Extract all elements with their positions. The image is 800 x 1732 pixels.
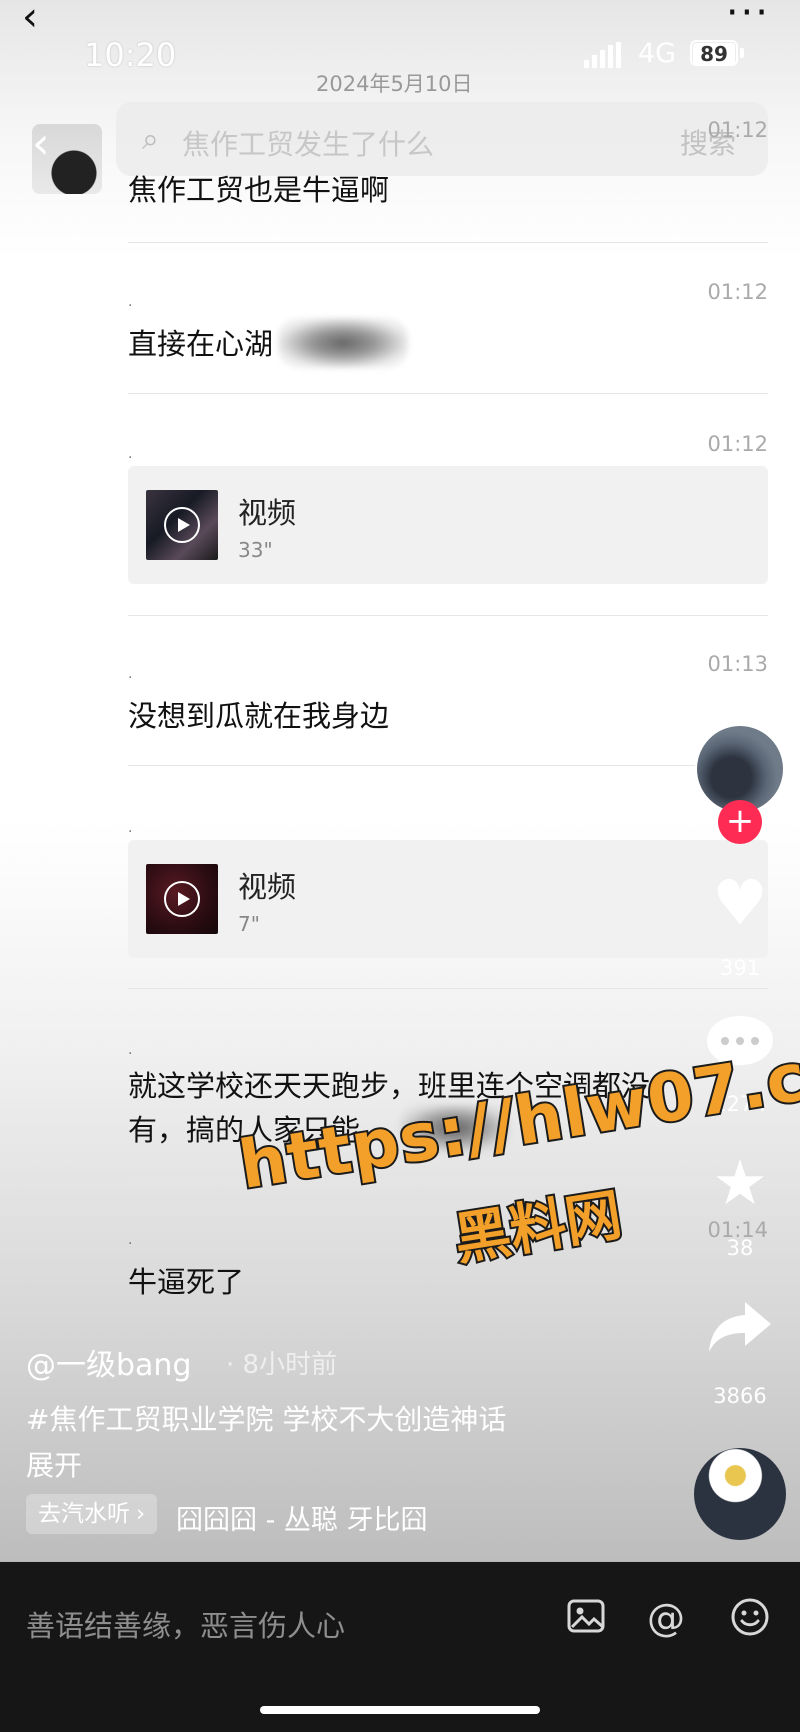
top-back-chevron-icon[interactable]: ‹ [22,0,38,40]
divider [128,988,768,989]
search-input[interactable]: 焦作工贸发生了什么 [182,123,434,163]
message-text: 没想到瓜就在我身边 [128,699,390,733]
signal-icon [584,42,621,68]
post-caption[interactable]: #焦作工贸职业学院 学校不大创造神话 [26,1398,506,1438]
message-dot: . [128,820,133,836]
play-icon [164,881,200,917]
soda-listen-button[interactable]: 去汽水听 › [26,1494,158,1534]
post-time: · 8小时前 [226,1350,338,1380]
share-icon[interactable] [695,1298,785,1371]
network-type: 4G [638,38,677,69]
at-icon[interactable]: @ [644,1596,688,1640]
message-time: 01:12 [707,432,768,456]
more-icon[interactable]: ··· [726,0,770,36]
divider [128,765,768,766]
battery-level: 89 [693,43,735,65]
divider [128,393,768,394]
music-disc[interactable] [694,1448,786,1540]
heart-icon[interactable]: ♥ [695,866,785,939]
back-chevron-icon[interactable]: ‹ [32,118,50,169]
chevron-right-icon: › [136,1501,146,1527]
divider [128,615,768,616]
video-card[interactable]: 视频 33" [128,466,768,584]
share-count: 3866 [713,1384,767,1408]
expand-link[interactable]: 展开 [26,1444,82,1484]
video-title: 视频 [238,870,297,904]
like-count: 391 [719,956,761,980]
video-thumbnail [146,490,218,560]
status-time: 10:20 [84,36,177,74]
message-dot: . [128,446,133,462]
home-indicator [260,1706,540,1714]
video-duration: 33" [238,538,273,562]
play-icon [164,507,200,543]
message-dot: . [128,294,133,310]
battery-tip [740,48,744,58]
message-text: 牛逼死了 [128,1265,245,1299]
video-thumbnail [146,864,218,934]
message-text: 直接在心湖 [128,327,274,361]
soda-label: 去汽水听 [38,1501,130,1527]
message-text: 焦作工贸也是牛逼啊 [128,173,390,207]
date-header: 2024年5月10日 [316,72,473,96]
video-title: 视频 [238,496,297,530]
star-icon[interactable]: ★ [695,1146,785,1219]
blurred-text [278,318,408,368]
message-time: 01:12 [707,118,768,142]
image-icon[interactable] [564,1596,608,1640]
video-duration: 7" [238,912,260,936]
author-name[interactable]: @一级bang [26,1340,191,1384]
search-icon: ⌕ [142,122,159,157]
emoji-icon[interactable] [728,1596,772,1640]
message-dot: . [128,666,133,682]
music-title[interactable]: 囧囧囧 - 丛聪 牙比囧 [176,1498,428,1537]
divider [128,242,768,243]
message-time: 01:12 [707,280,768,304]
favorite-count: 38 [726,1236,754,1260]
watermark-title: 黑料网 [448,1181,628,1275]
battery-icon: 89 [690,40,738,66]
divider [128,1180,768,1181]
message-dot: . [128,1042,133,1058]
message-time: 01:13 [707,652,768,676]
video-card[interactable]: 视频 7" [128,840,768,958]
message-dot: . [128,1232,133,1248]
comment-input[interactable]: 善语结善缘，恶言伤人心 [26,1603,345,1645]
follow-button[interactable]: + [718,800,762,844]
